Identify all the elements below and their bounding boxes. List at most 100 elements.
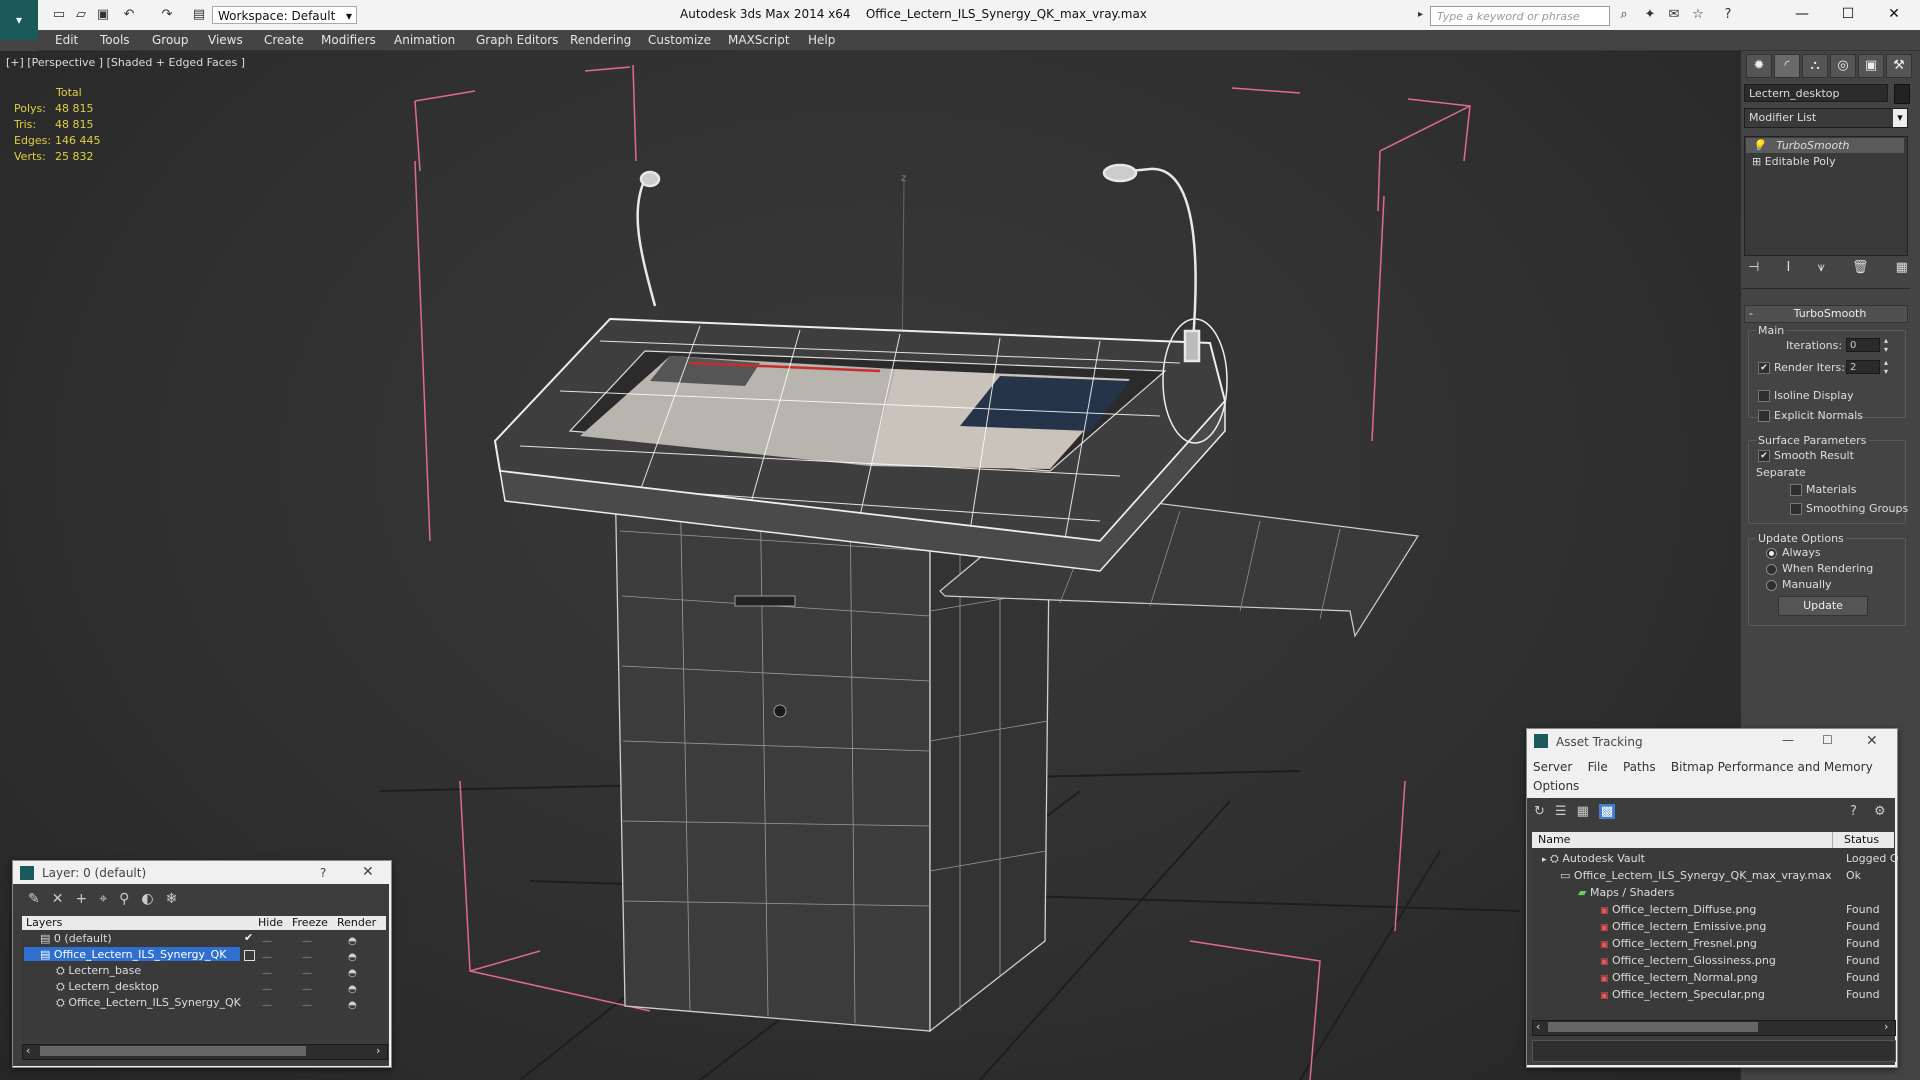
layer-row[interactable]: ⛭ Lectern_desktop [56,980,159,994]
highlight-layer-icon[interactable]: ⚲ [119,891,129,907]
menu-edit[interactable]: Edit [55,33,78,47]
workspace-dropdown[interactable]: Workspace: Default ▾ [212,6,357,24]
redo-icon[interactable]: ↷ [158,7,176,23]
update-button[interactable]: Update [1778,596,1868,616]
manually-radio[interactable] [1766,580,1777,591]
asset-row[interactable]: ▰ Maps / Shaders [1578,886,1674,899]
menu-help[interactable]: Help [808,33,835,47]
utilities-tab-icon[interactable]: ⚒ [1886,54,1912,78]
asset-row[interactable]: ▣ Office_lectern_Emissive.png [1600,920,1766,933]
add-to-layer-icon[interactable]: + [75,891,87,907]
always-radio[interactable] [1766,548,1777,559]
layer-panel-help-icon[interactable]: ? [320,866,326,880]
select-objects-icon[interactable]: ⌖ [99,891,107,907]
asset-help-icon[interactable]: ? [1850,804,1857,819]
stack-item-editable-poly[interactable]: ⊞ Editable Poly [1752,155,1836,168]
layer-row[interactable]: ▤ Office_Lectern_ILS_Synergy_QK [40,948,226,961]
subscription-icon[interactable]: ✦ [1640,7,1660,23]
asset-menu-options[interactable]: Options [1533,779,1579,793]
col-divider[interactable] [1832,832,1833,848]
scroll-right-icon[interactable]: › [1884,1020,1888,1033]
hide-all-icon[interactable]: ◐ [141,891,153,907]
new-file-icon[interactable]: ▭ [50,7,68,23]
make-unique-icon[interactable]: ⩛ [1817,260,1824,280]
asset-settings-icon[interactable]: ⚙ [1874,804,1886,819]
lightbulb-icon[interactable]: 💡 [1752,139,1766,152]
scroll-left-icon[interactable]: ‹ [26,1044,30,1057]
asset-minimize-icon[interactable]: — [1782,733,1794,747]
app-logo-icon[interactable]: ▾ [0,0,38,40]
menu-customize[interactable]: Customize [648,33,711,47]
menu-create[interactable]: Create [264,33,304,47]
isoline-display-checkbox[interactable] [1758,390,1770,402]
stack-item-turbosmooth[interactable]: 💡 TurboSmooth [1752,139,1849,152]
asset-row[interactable]: ▸ ⛭ Autodesk Vault [1542,852,1645,866]
asset-menu-file[interactable]: File [1588,760,1608,774]
materials-checkbox[interactable] [1790,484,1802,496]
table-view-icon[interactable]: ▩ [1598,804,1616,819]
search-expand-icon[interactable]: ▸ [1418,9,1423,20]
layer-scrollbar-thumb[interactable] [40,1046,306,1056]
motion-tab-icon[interactable]: ◎ [1830,54,1856,78]
when-rendering-radio[interactable] [1766,564,1777,575]
col-freeze[interactable]: Freeze [292,916,328,929]
save-icon[interactable]: ▣ [94,7,112,23]
asset-path-field[interactable] [1532,1040,1896,1062]
modifier-stack[interactable] [1744,136,1908,256]
spinner-arrows-icon[interactable]: ▴ ▾ [1884,336,1888,354]
menu-maxscript[interactable]: MAXScript [728,33,790,47]
asset-scrollbar-thumb[interactable] [1548,1022,1758,1032]
menu-modifiers[interactable]: Modifiers [321,33,376,47]
layer-row[interactable]: ▤ 0 (default) [40,932,112,945]
col-name[interactable]: Name [1538,833,1570,846]
asset-row[interactable]: ▭ Office_Lectern_ILS_Synergy_QK_max_vray… [1560,869,1832,882]
asset-maximize-icon[interactable]: ☐ [1822,733,1833,747]
search-input[interactable]: Type a keyword or phrase [1430,6,1610,26]
asset-row[interactable]: ▣ Office_lectern_Normal.png [1600,971,1758,984]
menu-animation[interactable]: Animation [394,33,455,47]
show-end-result-icon[interactable]: Ⅰ [1786,260,1790,280]
asset-menu-bitmap[interactable]: Bitmap Performance and Memory [1671,760,1873,774]
asset-row[interactable]: ▣ Office_lectern_Glossiness.png [1600,954,1776,967]
menu-group[interactable]: Group [152,33,189,47]
menu-tools[interactable]: Tools [100,33,130,47]
modifier-list-dropdown[interactable]: Modifier List ▾ [1744,108,1908,128]
col-status[interactable]: Status [1844,833,1879,846]
create-tab-icon[interactable]: ✹ [1746,54,1772,78]
spinner-arrows-icon[interactable]: ▴ ▾ [1884,358,1888,376]
hide-column-dashes[interactable]: — — — — — [262,934,272,1014]
menu-views[interactable]: Views [208,33,243,47]
col-hide[interactable]: Hide [258,916,283,929]
active-layer-check-icon[interactable]: ✔ [244,931,253,944]
object-name-field[interactable]: Lectern_desktop [1744,84,1888,102]
help-icon[interactable]: ? [1718,7,1738,23]
render-teapot-icon[interactable]: ◓ ◓ ◓ ◓ ◓ [348,934,357,1014]
asset-close-icon[interactable]: ✕ [1866,733,1878,749]
favorites-star-icon[interactable]: ☆ [1688,7,1708,23]
col-render[interactable]: Render [337,916,376,929]
menu-graph-editors[interactable]: Graph Editors [476,33,558,47]
hierarchy-tab-icon[interactable]: ⛬ [1802,54,1828,78]
expand-plus-icon[interactable]: ⊞ [1752,155,1761,168]
communication-icon[interactable]: ✉ [1664,7,1684,23]
open-file-icon[interactable]: ▱ [72,7,90,23]
render-iters-checkbox[interactable]: ✔ [1758,362,1770,374]
asset-row[interactable]: ▣ Office_lectern_Specular.png [1600,988,1765,1001]
binoculars-icon[interactable]: ⌕ [1614,7,1634,23]
asset-row[interactable]: ▣ Office_lectern_Diffuse.png [1600,903,1756,916]
maximize-icon[interactable]: ☐ [1834,4,1862,24]
iterations-spinner[interactable]: 0 [1846,338,1880,352]
tree-view-icon[interactable]: ▦ [1577,804,1589,819]
refresh-icon[interactable]: ↻ [1534,804,1545,819]
remove-modifier-icon[interactable]: 🗑 [1852,260,1869,280]
layer-row[interactable]: ⛭ Office_Lectern_ILS_Synergy_QK [56,996,241,1010]
menu-rendering[interactable]: Rendering [570,33,631,47]
delete-layer-icon[interactable]: ✕ [52,891,64,907]
project-folder-icon[interactable]: ▤ [190,7,208,23]
close-icon[interactable]: ✕ [1880,4,1908,24]
minimize-icon[interactable]: — [1788,4,1816,24]
render-iters-spinner[interactable]: 2 [1846,360,1880,374]
layer-row[interactable]: ⛭ Lectern_base [56,964,141,978]
display-tab-icon[interactable]: ▣ [1858,54,1884,78]
smoothing-groups-checkbox[interactable] [1790,503,1802,515]
